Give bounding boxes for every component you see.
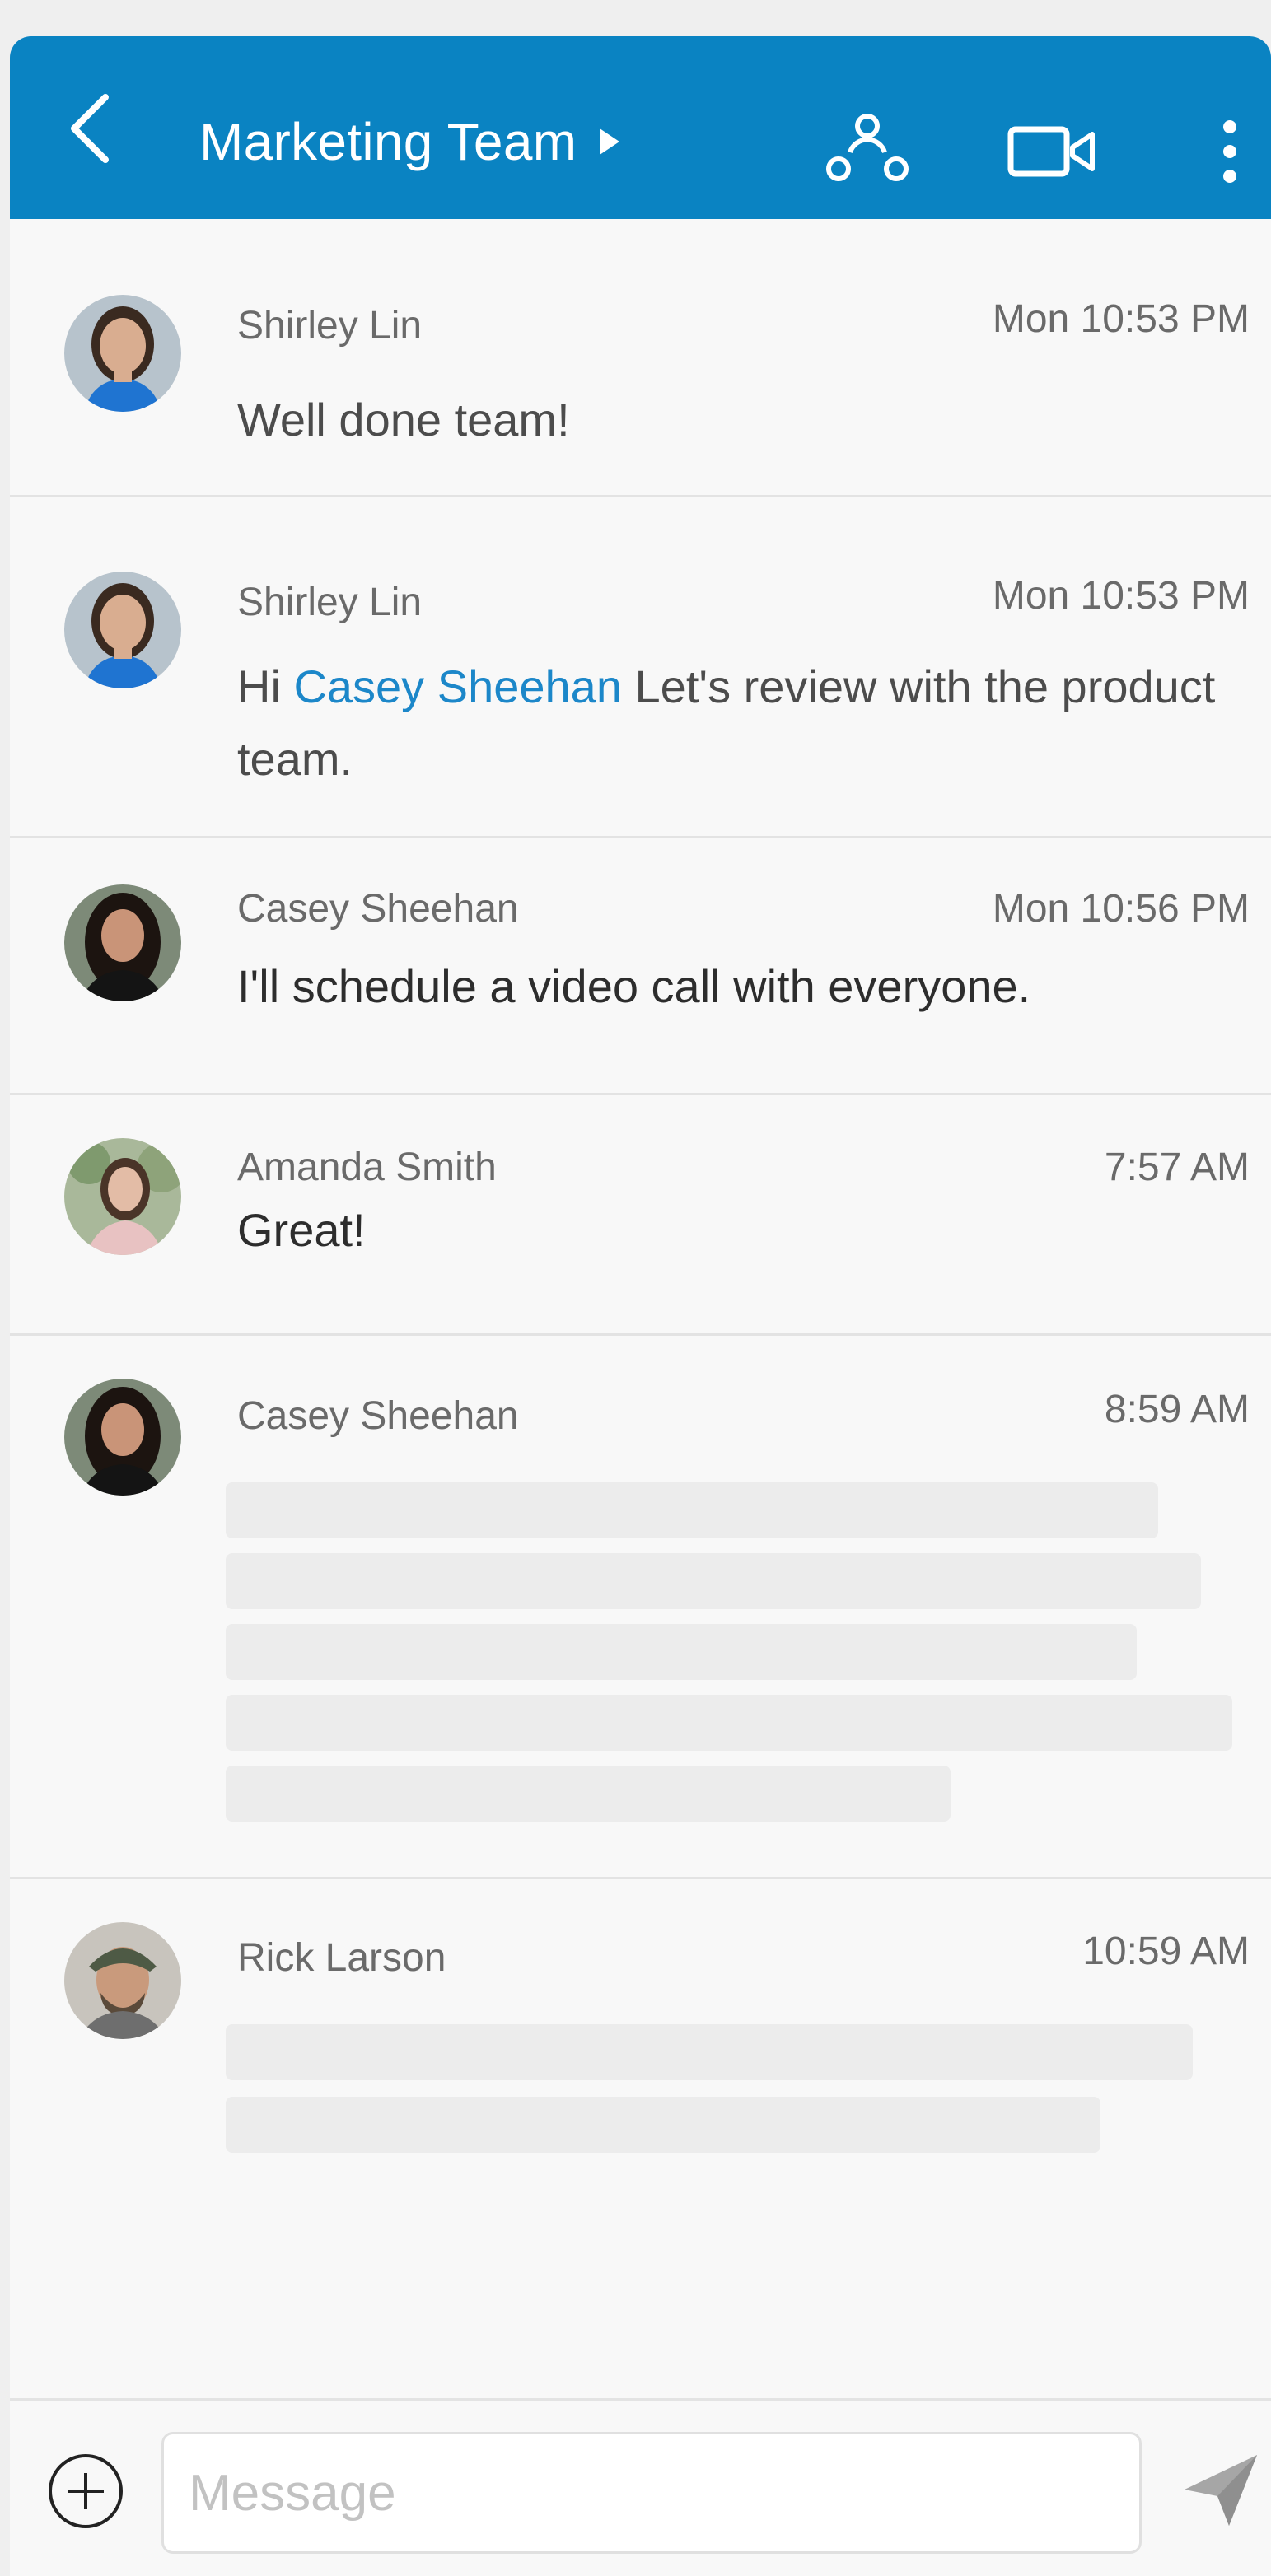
message-placeholder-line (226, 2024, 1193, 2080)
avatar[interactable] (64, 884, 181, 1001)
message-item[interactable]: Shirley Lin Mon 10:53 PM Hi Casey Sheeha… (10, 497, 1271, 838)
message-item[interactable]: Casey Sheehan Mon 10:56 PM I'll schedule… (10, 838, 1271, 1095)
message-placeholder-line (226, 1482, 1158, 1538)
message-sender: Shirley Lin (237, 581, 423, 624)
message-sender: Shirley Lin (237, 304, 423, 348)
message-text: Great! (237, 1204, 366, 1256)
message-text-prefix: Hi (237, 660, 281, 712)
message-placeholder-line (226, 1695, 1232, 1751)
message-placeholder-line (226, 1766, 951, 1822)
message-sender: Casey Sheehan (237, 1394, 519, 1438)
avatar[interactable] (64, 1379, 181, 1496)
app-header: Marketing Team (10, 36, 1271, 219)
message-item[interactable]: Amanda Smith 7:57 AM Great! (10, 1095, 1271, 1336)
paper-plane-icon[interactable] (1180, 2448, 1262, 2531)
message-time: Mon 10:53 PM (992, 574, 1250, 618)
message-time: Mon 10:53 PM (992, 297, 1250, 341)
mention-link[interactable]: Casey Sheehan (293, 660, 622, 712)
message-sender: Amanda Smith (237, 1146, 497, 1189)
message-item[interactable]: Casey Sheehan 8:59 AM (10, 1336, 1271, 1879)
people-group-icon[interactable] (822, 113, 913, 187)
avatar[interactable] (64, 1138, 181, 1255)
message-text: I'll schedule a video call with everyone… (237, 960, 1031, 1012)
message-input[interactable] (161, 2432, 1142, 2554)
message-item[interactable]: Shirley Lin Mon 10:53 PM Well done team! (10, 219, 1271, 497)
message-time: 7:57 AM (1104, 1146, 1250, 1189)
message-placeholder-line (226, 1553, 1201, 1609)
plus-circle-icon[interactable] (46, 2452, 125, 2531)
message-time: Mon 10:56 PM (992, 887, 1250, 931)
message-placeholder-line (226, 2097, 1100, 2153)
avatar[interactable] (64, 1922, 181, 2039)
message-placeholder-line (226, 1624, 1137, 1680)
avatar[interactable] (64, 572, 181, 688)
video-camera-icon[interactable] (1007, 123, 1097, 180)
message-sender: Rick Larson (237, 1936, 446, 1980)
message-time: 10:59 AM (1082, 1930, 1250, 1973)
chevron-left-icon (71, 94, 109, 163)
chat-screen: Marketing Team Shirley Lin Mon 10:53 PM … (10, 36, 1271, 2576)
conversation-title: Marketing Team (199, 112, 577, 171)
more-vertical-icon[interactable] (1209, 119, 1250, 184)
message-time: 8:59 AM (1104, 1388, 1250, 1431)
triangle-right-icon (600, 128, 620, 155)
conversation-title-button[interactable]: Marketing Team (199, 111, 621, 172)
message-sender: Casey Sheehan (237, 887, 519, 931)
message-text: Hi Casey Sheehan Let's review with the p… (237, 651, 1222, 796)
avatar[interactable] (64, 295, 181, 412)
back-button[interactable] (59, 87, 125, 170)
message-item[interactable]: Rick Larson 10:59 AM (10, 1879, 1271, 2373)
message-text: Well done team! (237, 394, 570, 446)
message-composer (10, 2398, 1271, 2576)
